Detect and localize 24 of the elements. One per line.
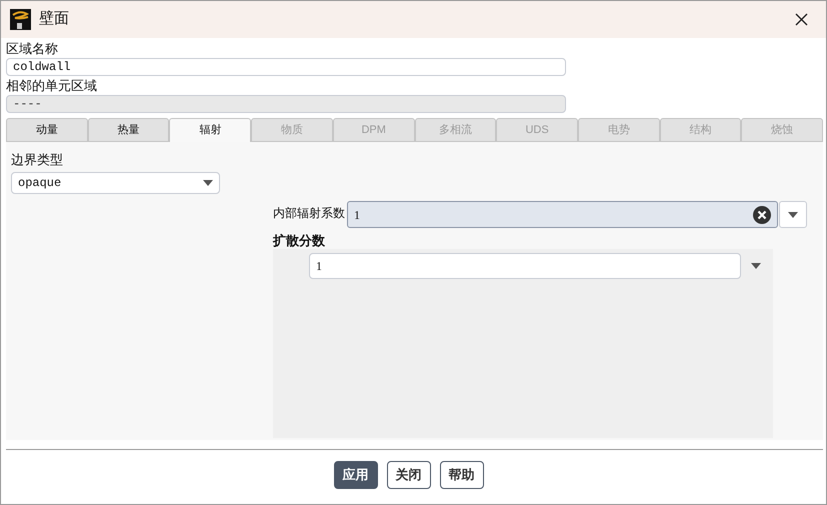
diffuse-fraction-field[interactable]: 1 [309,253,741,279]
caret-icon [203,180,213,186]
dropdown-button[interactable] [779,201,807,228]
close-icon [794,13,808,26]
adjacent-zone-field[interactable]: ---- [6,95,566,113]
section-label: 扩散分数 [273,233,326,249]
tab[interactable]: 辐射 [169,118,252,142]
caret-icon [788,212,798,218]
tab[interactable]: 热量 [88,118,170,142]
caret-icon [751,263,761,269]
field-label: 内部辐射系数 [273,205,345,222]
field-label: 边界类型 [11,152,64,168]
dialog-button[interactable]: 应用 [334,461,378,489]
clear-icon[interactable] [753,206,771,224]
window-title: 壁面 [39,9,69,30]
app-logo-icon [10,9,31,30]
zone-name-field[interactable]: coldwall [6,58,566,76]
boundary-type-dropdown[interactable]: opaque [11,172,220,194]
field-label: 区域名称 [6,40,59,58]
field-label: 相邻的单元区域 [6,77,98,95]
tab[interactable]: 动量 [6,118,88,142]
dialog-button[interactable]: 帮助 [440,461,484,489]
dialog-button[interactable]: 关闭 [386,461,430,489]
emissivity-field[interactable]: 1 [347,201,778,228]
